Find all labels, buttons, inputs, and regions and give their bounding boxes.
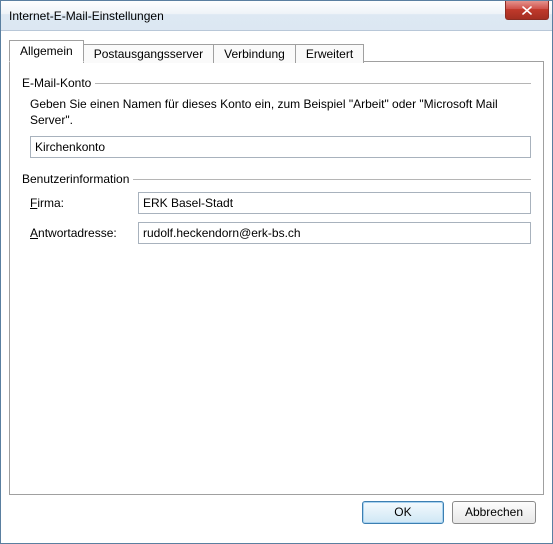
tab-panel-general: E-Mail-Konto Geben Sie einen Namen für d…: [9, 61, 544, 495]
ok-button-label: OK: [394, 505, 411, 519]
dialog-button-row: OK Abbrechen: [9, 495, 544, 535]
window-title: Internet-E-Mail-Einstellungen: [9, 9, 164, 23]
group-email-account-title: E-Mail-Konto: [22, 76, 95, 90]
group-user-info-title: Benutzerinformation: [22, 172, 133, 186]
ok-button[interactable]: OK: [362, 501, 444, 524]
cancel-button[interactable]: Abbrechen: [452, 501, 536, 524]
titlebar: Internet-E-Mail-Einstellungen: [1, 1, 552, 31]
tab-general[interactable]: Allgemein: [9, 40, 84, 62]
group-email-account: E-Mail-Konto Geben Sie einen Namen für d…: [22, 76, 531, 158]
divider: [133, 179, 531, 180]
reply-address-label: Antwortadresse:: [30, 226, 138, 240]
reply-address-input[interactable]: [138, 222, 531, 244]
tab-general-label: Allgemein: [20, 44, 73, 58]
tab-connection[interactable]: Verbindung: [213, 44, 296, 63]
tab-advanced-label: Erweitert: [306, 47, 353, 61]
tab-connection-label: Verbindung: [224, 47, 285, 61]
group-user-info-header: Benutzerinformation: [22, 172, 531, 186]
company-input[interactable]: [138, 192, 531, 214]
tab-outgoing-server[interactable]: Postausgangsserver: [83, 44, 214, 63]
divider: [95, 83, 531, 84]
company-label: Firma:: [30, 196, 138, 210]
client-area: Allgemein Postausgangsserver Verbindung …: [1, 31, 552, 543]
dialog-window: Internet-E-Mail-Einstellungen Allgemein …: [0, 0, 553, 544]
group-email-account-header: E-Mail-Konto: [22, 76, 531, 90]
close-button[interactable]: [505, 1, 549, 20]
group-user-info: Benutzerinformation Firma: Antwortadress…: [22, 172, 531, 244]
tab-advanced[interactable]: Erweitert: [295, 44, 364, 63]
tab-strip: Allgemein Postausgangsserver Verbindung …: [9, 39, 544, 61]
tab-outgoing-label: Postausgangsserver: [94, 47, 203, 61]
account-name-input[interactable]: [30, 136, 531, 158]
cancel-button-label: Abbrechen: [465, 505, 523, 519]
close-icon: [522, 6, 532, 15]
account-description: Geben Sie einen Namen für dieses Konto e…: [30, 96, 531, 128]
